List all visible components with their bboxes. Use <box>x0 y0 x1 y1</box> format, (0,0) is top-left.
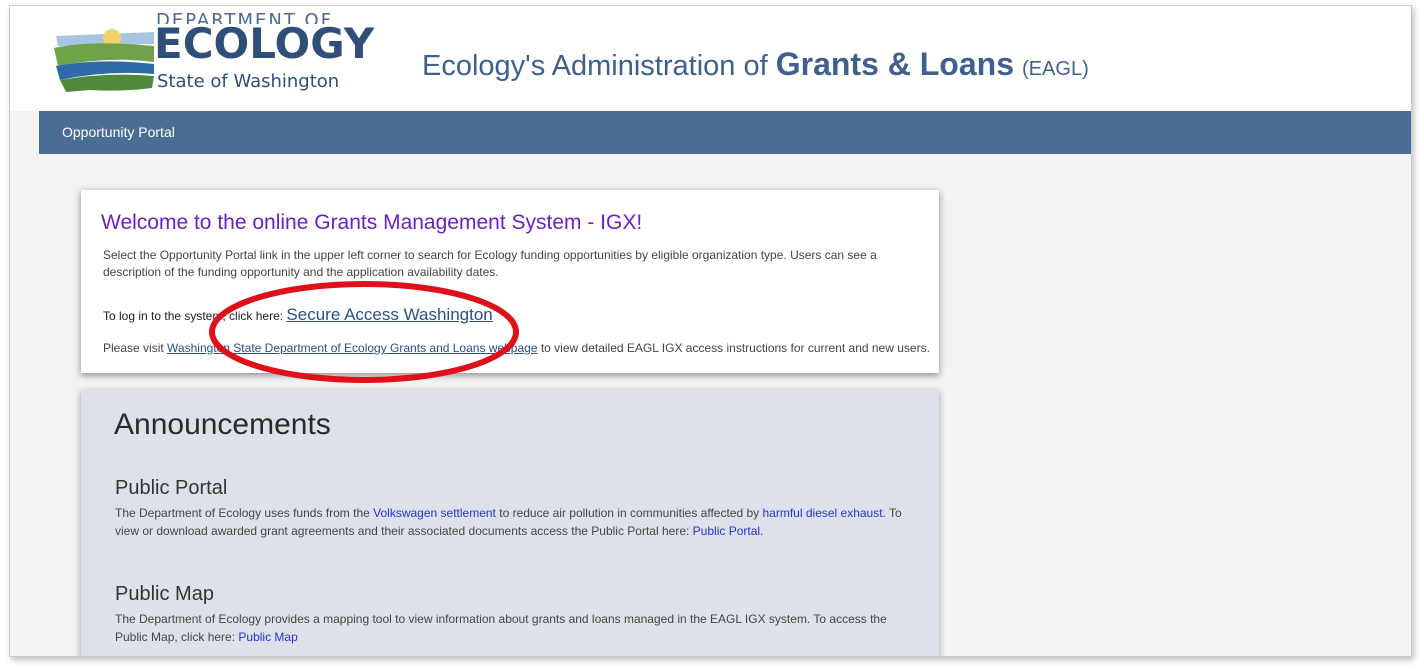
grants-loans-webpage-link[interactable]: Washington State Department of Ecology G… <box>167 341 537 355</box>
public-portal-heading: Public Portal <box>115 477 228 499</box>
site-header: DEPARTMENT OF ECOLOGY State of Washingto… <box>10 6 1411 111</box>
public-portal-text: The Department of Ecology uses funds fro… <box>115 504 915 540</box>
visit-suffix-text: to view detailed EAGL IGX access instruc… <box>540 341 930 355</box>
welcome-card: Welcome to the online Grants Management … <box>81 190 939 373</box>
ecology-logo-icon <box>50 22 158 94</box>
title-bold: Grants & Loans <box>775 46 1014 82</box>
logo-ecology-text: ECOLOGY <box>154 19 375 68</box>
public-portal-text-2: to reduce air pollution in communities a… <box>499 506 760 520</box>
public-map-heading: Public Map <box>115 583 214 605</box>
public-map-text-1: The Department of Ecology provides a map… <box>115 612 887 644</box>
public-portal-text-4: . <box>760 524 764 538</box>
login-line: To log in to the system, click here: Sec… <box>103 303 493 328</box>
volkswagen-settlement-link[interactable]: Volkswagen settlement <box>373 506 496 520</box>
opportunity-portal-link[interactable]: Opportunity Portal <box>62 124 175 140</box>
announcements-title: Announcements <box>114 408 331 441</box>
logo-state-text: State of Washington <box>157 71 340 92</box>
browser-frame: DEPARTMENT OF ECOLOGY State of Washingto… <box>9 5 1412 657</box>
welcome-description: Select the Opportunity Portal link in th… <box>103 248 877 279</box>
top-navbar: Opportunity Portal <box>39 111 1411 154</box>
public-map-link[interactable]: Public Map <box>238 630 297 644</box>
visit-prefix-text: Please visit <box>103 341 164 355</box>
announcements-card: Announcements Public Portal The Departme… <box>81 390 939 656</box>
public-map-text: The Department of Ecology provides a map… <box>115 610 915 646</box>
title-abbreviation: (EAGL) <box>1022 58 1089 80</box>
public-portal-text-1: The Department of Ecology uses funds fro… <box>115 506 370 520</box>
harmful-diesel-exhaust-link[interactable]: harmful diesel exhaust <box>763 506 883 520</box>
welcome-title: Welcome to the online Grants Management … <box>101 211 643 234</box>
public-portal-link[interactable]: Public Portal <box>693 524 760 538</box>
title-prefix: Ecology's Administration of <box>422 50 768 82</box>
page-title: Ecology's Administration of Grants & Loa… <box>422 46 1089 87</box>
visit-line: Please visit Washington State Department… <box>103 340 930 357</box>
login-prefix-text: To log in to the system, click here: <box>103 309 284 323</box>
secure-access-washington-link[interactable]: Secure Access Washington <box>286 305 492 324</box>
